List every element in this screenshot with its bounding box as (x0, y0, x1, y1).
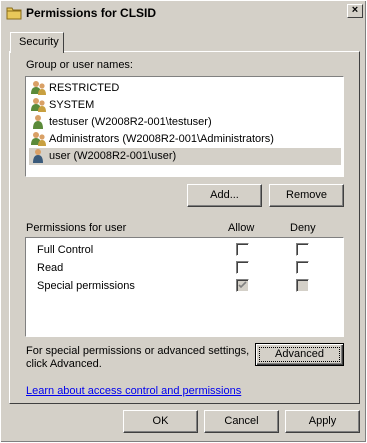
add-button[interactable]: Add... (187, 184, 262, 207)
read-deny-checkbox[interactable] (296, 261, 309, 274)
group-icon (30, 80, 47, 96)
permissions-label: Permissions for user (26, 222, 127, 234)
group-icon (30, 131, 47, 147)
tab-security[interactable]: Security (10, 32, 64, 53)
group-icon (30, 97, 47, 113)
list-item-label: testuser (W2008R2-001\testuser) (49, 116, 212, 128)
permissions-list: Full Control Read Special permissions (25, 237, 344, 337)
list-item-label: SYSTEM (49, 99, 95, 111)
ok-button[interactable]: OK (123, 410, 198, 433)
full-control-deny-checkbox[interactable] (296, 243, 309, 256)
list-item-testuser[interactable]: testuser (W2008R2-001\testuser) (29, 114, 341, 131)
list-item-user[interactable]: user (W2008R2-001\user) (29, 148, 341, 165)
help-link[interactable]: Learn about access control and permissio… (26, 385, 241, 397)
user-icon (30, 114, 47, 130)
allow-header: Allow (228, 222, 255, 234)
special-deny-checkbox (296, 279, 309, 292)
user-icon (30, 148, 47, 164)
title-bar: Permissions for CLSID × (4, 4, 363, 22)
list-item-restricted[interactable]: RESTRICTED (29, 80, 341, 97)
advanced-note: For special permissions or advanced sett… (26, 345, 250, 370)
list-item-label: user (W2008R2-001\user) (49, 150, 177, 162)
special-allow-checkbox (236, 279, 249, 292)
remove-button[interactable]: Remove (269, 184, 344, 207)
permission-name: Read (37, 262, 64, 274)
tab-security-label: Security (19, 36, 59, 48)
window-title: Permissions for CLSID (26, 6, 157, 20)
full-control-allow-checkbox[interactable] (236, 243, 249, 256)
close-icon: × (351, 4, 359, 16)
cancel-button[interactable]: Cancel (204, 410, 279, 433)
group-label: Group or user names: (26, 59, 133, 71)
checkmark-icon (238, 281, 247, 289)
users-listbox[interactable]: RESTRICTED SYSTEM testuser (W2008R2-001\… (25, 76, 344, 177)
close-button[interactable]: × (347, 4, 363, 18)
deny-header: Deny (290, 222, 316, 234)
list-item-label: RESTRICTED (49, 82, 120, 94)
list-item-system[interactable]: SYSTEM (29, 97, 341, 114)
permissions-dialog: Permissions for CLSID × Security Group o… (0, 0, 367, 443)
folder-icon (6, 5, 22, 24)
apply-button[interactable]: Apply (285, 410, 360, 433)
list-item-label: Administrators (W2008R2-001\Administrato… (49, 133, 274, 145)
list-item-administrators[interactable]: Administrators (W2008R2-001\Administrato… (29, 131, 341, 148)
permission-name: Full Control (37, 244, 94, 256)
advanced-button[interactable]: Advanced (255, 343, 344, 366)
permission-name: Special permissions (37, 280, 135, 292)
read-allow-checkbox[interactable] (236, 261, 249, 274)
